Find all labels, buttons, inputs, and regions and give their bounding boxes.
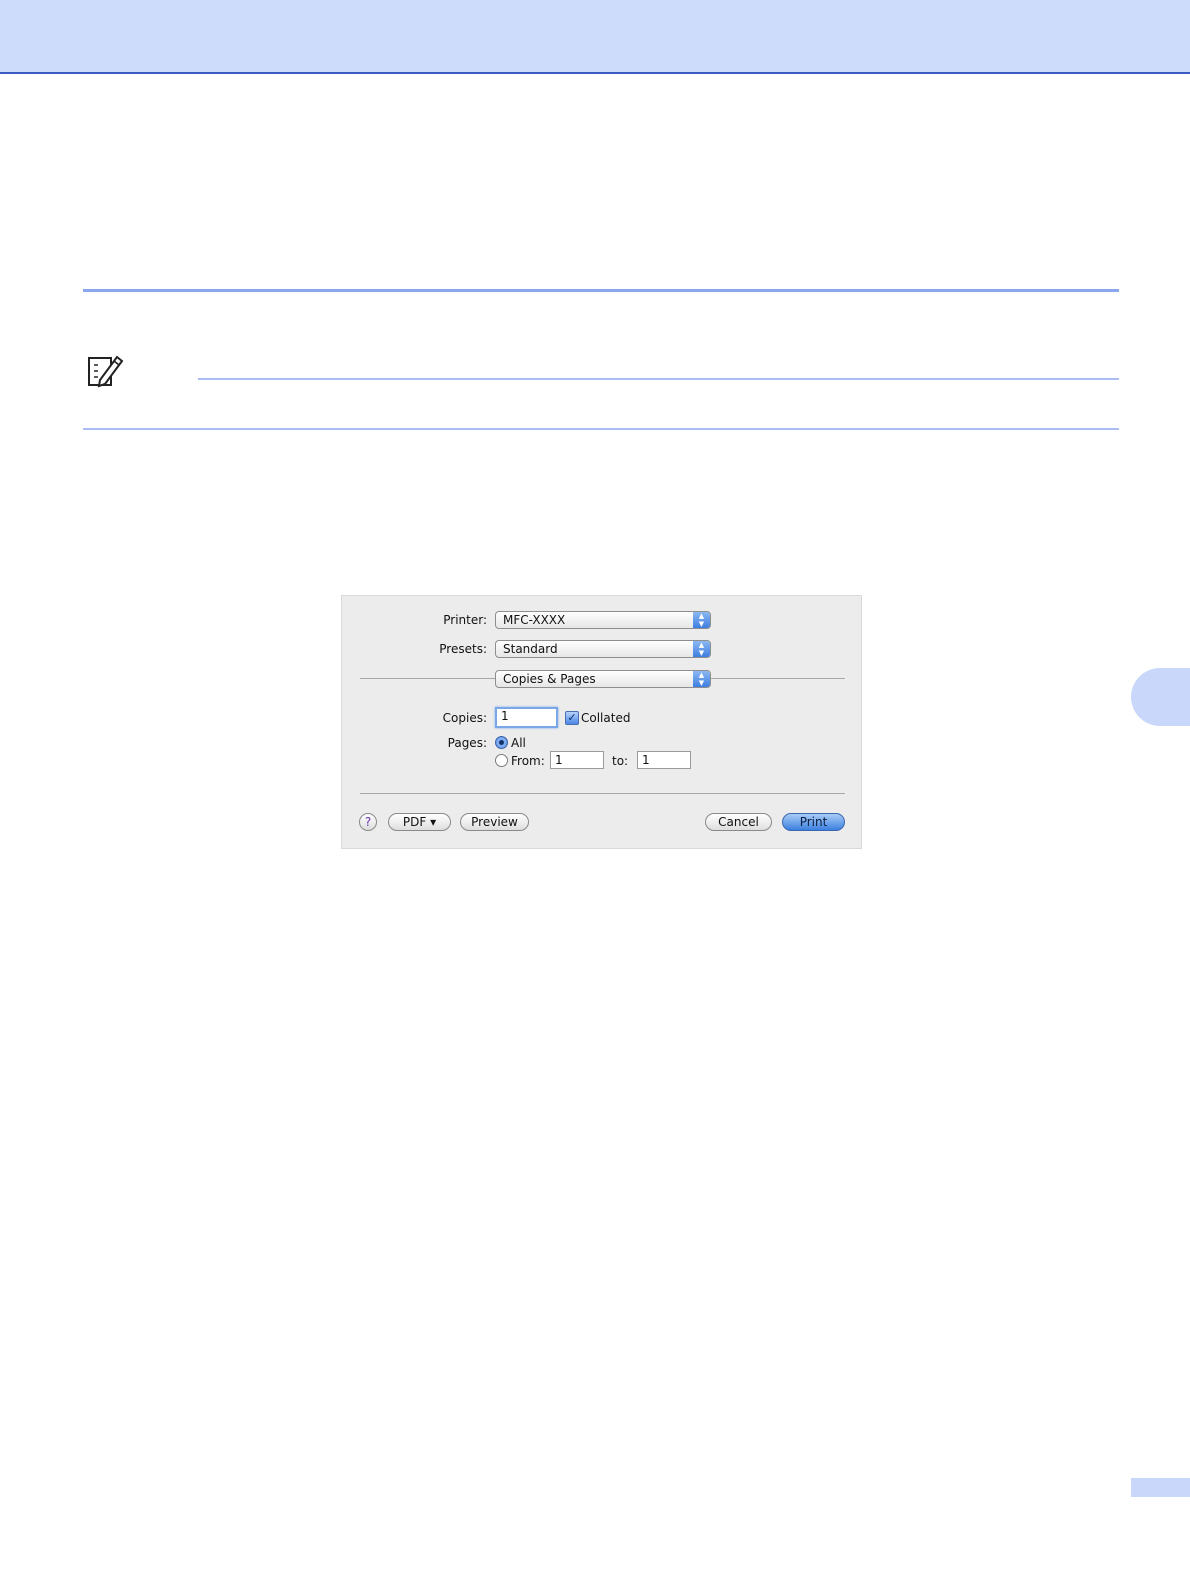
cancel-button[interactable]: Cancel bbox=[705, 813, 772, 831]
pages-from-radio[interactable] bbox=[495, 754, 508, 767]
copies-input[interactable]: 1 bbox=[495, 707, 558, 728]
collated-checkbox[interactable]: ✓ bbox=[565, 711, 579, 725]
presets-popup[interactable]: Standard ▲ ▼ bbox=[495, 640, 711, 658]
pages-all-label: All bbox=[511, 736, 526, 750]
popup-arrows-icon: ▲ ▼ bbox=[693, 612, 710, 628]
chapter-tab bbox=[1131, 668, 1190, 726]
presets-value: Standard bbox=[503, 642, 558, 656]
help-button[interactable]: ? bbox=[359, 813, 377, 831]
collated-label: Collated bbox=[581, 711, 631, 725]
page-number-tab bbox=[1131, 1478, 1190, 1497]
copies-label: Copies: bbox=[442, 711, 487, 725]
note-rule-top bbox=[198, 378, 1119, 380]
presets-label: Presets: bbox=[439, 642, 487, 656]
popup-arrows-icon: ▲ ▼ bbox=[693, 671, 710, 687]
pages-from-label: From: bbox=[511, 754, 545, 768]
printer-value: MFC-XXXX bbox=[503, 613, 566, 627]
print-dialog: Printer: MFC-XXXX ▲ ▼ Presets: Standard ▲… bbox=[341, 595, 862, 849]
pages-to-label: to: bbox=[612, 754, 629, 768]
note-rule-bottom bbox=[83, 428, 1119, 430]
pages-to-input[interactable]: 1 bbox=[637, 751, 691, 769]
section-divider bbox=[83, 289, 1119, 292]
printer-popup[interactable]: MFC-XXXX ▲ ▼ bbox=[495, 611, 711, 629]
pages-from-input[interactable]: 1 bbox=[550, 751, 604, 769]
preview-button[interactable]: Preview bbox=[460, 813, 529, 831]
note-pencil-icon bbox=[88, 355, 124, 388]
pdf-menu-button[interactable]: PDF ▾ bbox=[388, 813, 451, 831]
pages-label: Pages: bbox=[447, 736, 487, 750]
panel-value: Copies & Pages bbox=[503, 672, 596, 686]
popup-arrows-icon: ▲ ▼ bbox=[693, 641, 710, 657]
pages-all-radio[interactable] bbox=[495, 736, 508, 749]
print-button[interactable]: Print bbox=[782, 813, 845, 831]
panel-divider-right bbox=[711, 678, 845, 679]
page-header-band bbox=[0, 0, 1190, 74]
printer-label: Printer: bbox=[443, 613, 487, 627]
panel-popup[interactable]: Copies & Pages ▲ ▼ bbox=[495, 670, 711, 688]
panel-divider-left bbox=[360, 678, 495, 679]
footer-divider bbox=[360, 793, 845, 794]
